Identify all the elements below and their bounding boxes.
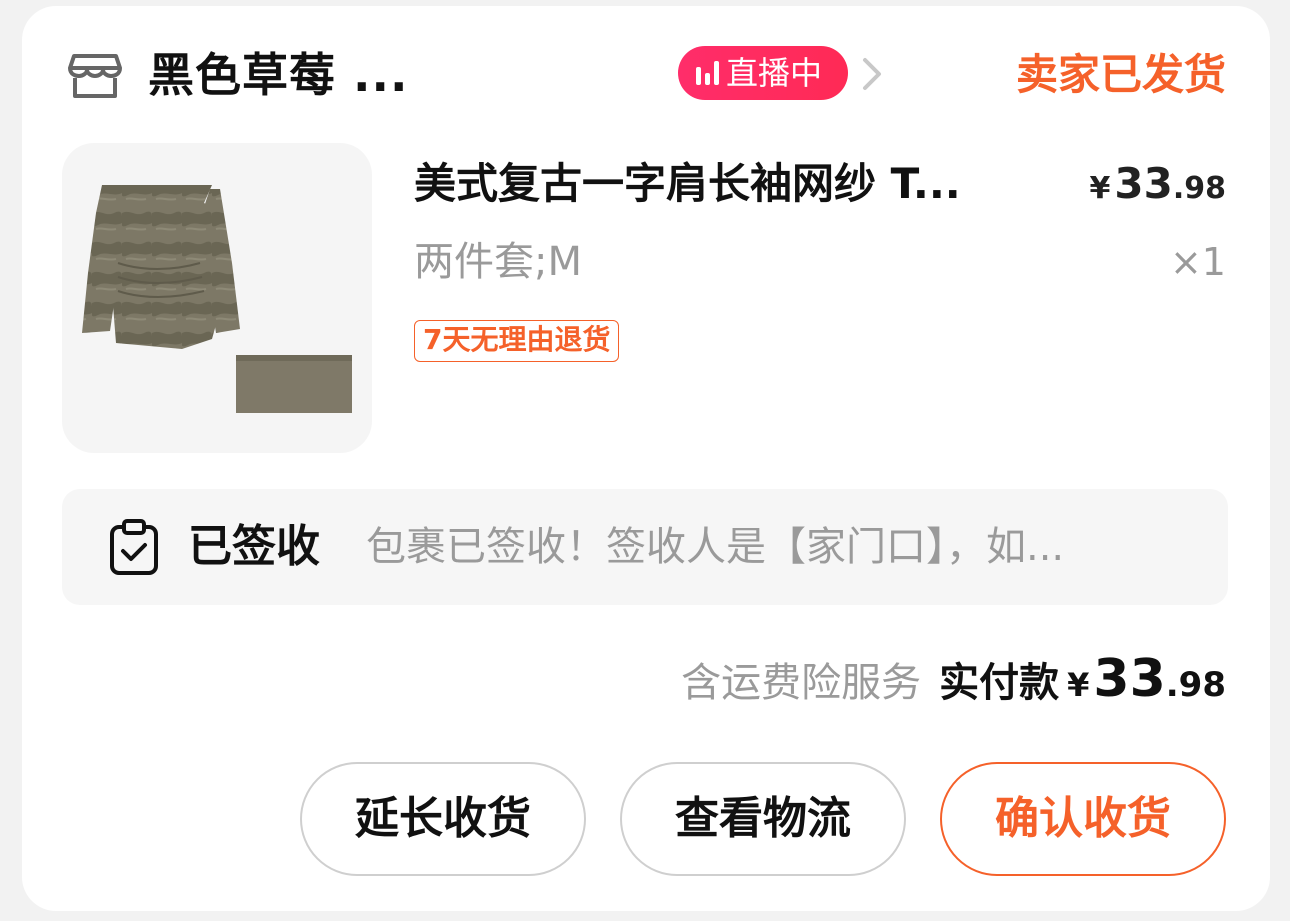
extend-receipt-button[interactable]: 延长收货 xyxy=(300,762,586,876)
price-decimal: .98 xyxy=(1172,171,1226,206)
return-policy-tag: 7天无理由退货 xyxy=(414,320,620,362)
insurance-note: 含运费险服务 xyxy=(681,660,922,706)
price-integer: 33 xyxy=(1114,159,1173,208)
order-card[interactable]: 黑色草莓 ... 直播中 卖家已发货 美式复古一字肩长袖网纱 T... ¥33.… xyxy=(22,6,1270,911)
live-badge-label: 直播中 xyxy=(726,54,823,92)
product-quantity: ×1 xyxy=(1169,240,1226,284)
total-decimal: .98 xyxy=(1165,665,1226,705)
logistics-detail: 包裹已签收！签收人是【家门口】，如... xyxy=(366,524,1065,570)
view-logistics-button[interactable]: 查看物流 xyxy=(620,762,906,876)
total-integer: 33 xyxy=(1093,649,1166,709)
live-bars-icon xyxy=(696,61,719,85)
product-spec: 两件套;M xyxy=(414,239,582,285)
shop-name[interactable]: 黑色草莓 ... xyxy=(148,42,408,108)
shop-icon xyxy=(68,54,122,98)
logistics-bar[interactable]: 已签收 包裹已签收！签收人是【家门口】，如... xyxy=(62,489,1228,605)
confirm-receipt-button[interactable]: 确认收货 xyxy=(940,762,1226,876)
product-title[interactable]: 美式复古一字肩长袖网纱 T... xyxy=(414,152,961,216)
paid-label: 实付款 xyxy=(939,660,1060,706)
chevron-right-icon[interactable] xyxy=(860,56,884,92)
product-image[interactable] xyxy=(62,143,372,453)
order-status: 卖家已发货 xyxy=(1015,50,1226,99)
clipboard-check-icon xyxy=(110,519,158,575)
live-badge[interactable]: 直播中 xyxy=(678,46,848,100)
product-image-art xyxy=(82,185,352,413)
payment-summary: 含运费险服务 实付款 ¥33.98 xyxy=(681,644,1226,714)
total-currency: ¥ xyxy=(1067,666,1090,704)
price-currency: ¥ xyxy=(1089,171,1111,206)
unit-price: ¥33.98 xyxy=(1090,152,1226,216)
logistics-status: 已签收 xyxy=(188,521,320,572)
